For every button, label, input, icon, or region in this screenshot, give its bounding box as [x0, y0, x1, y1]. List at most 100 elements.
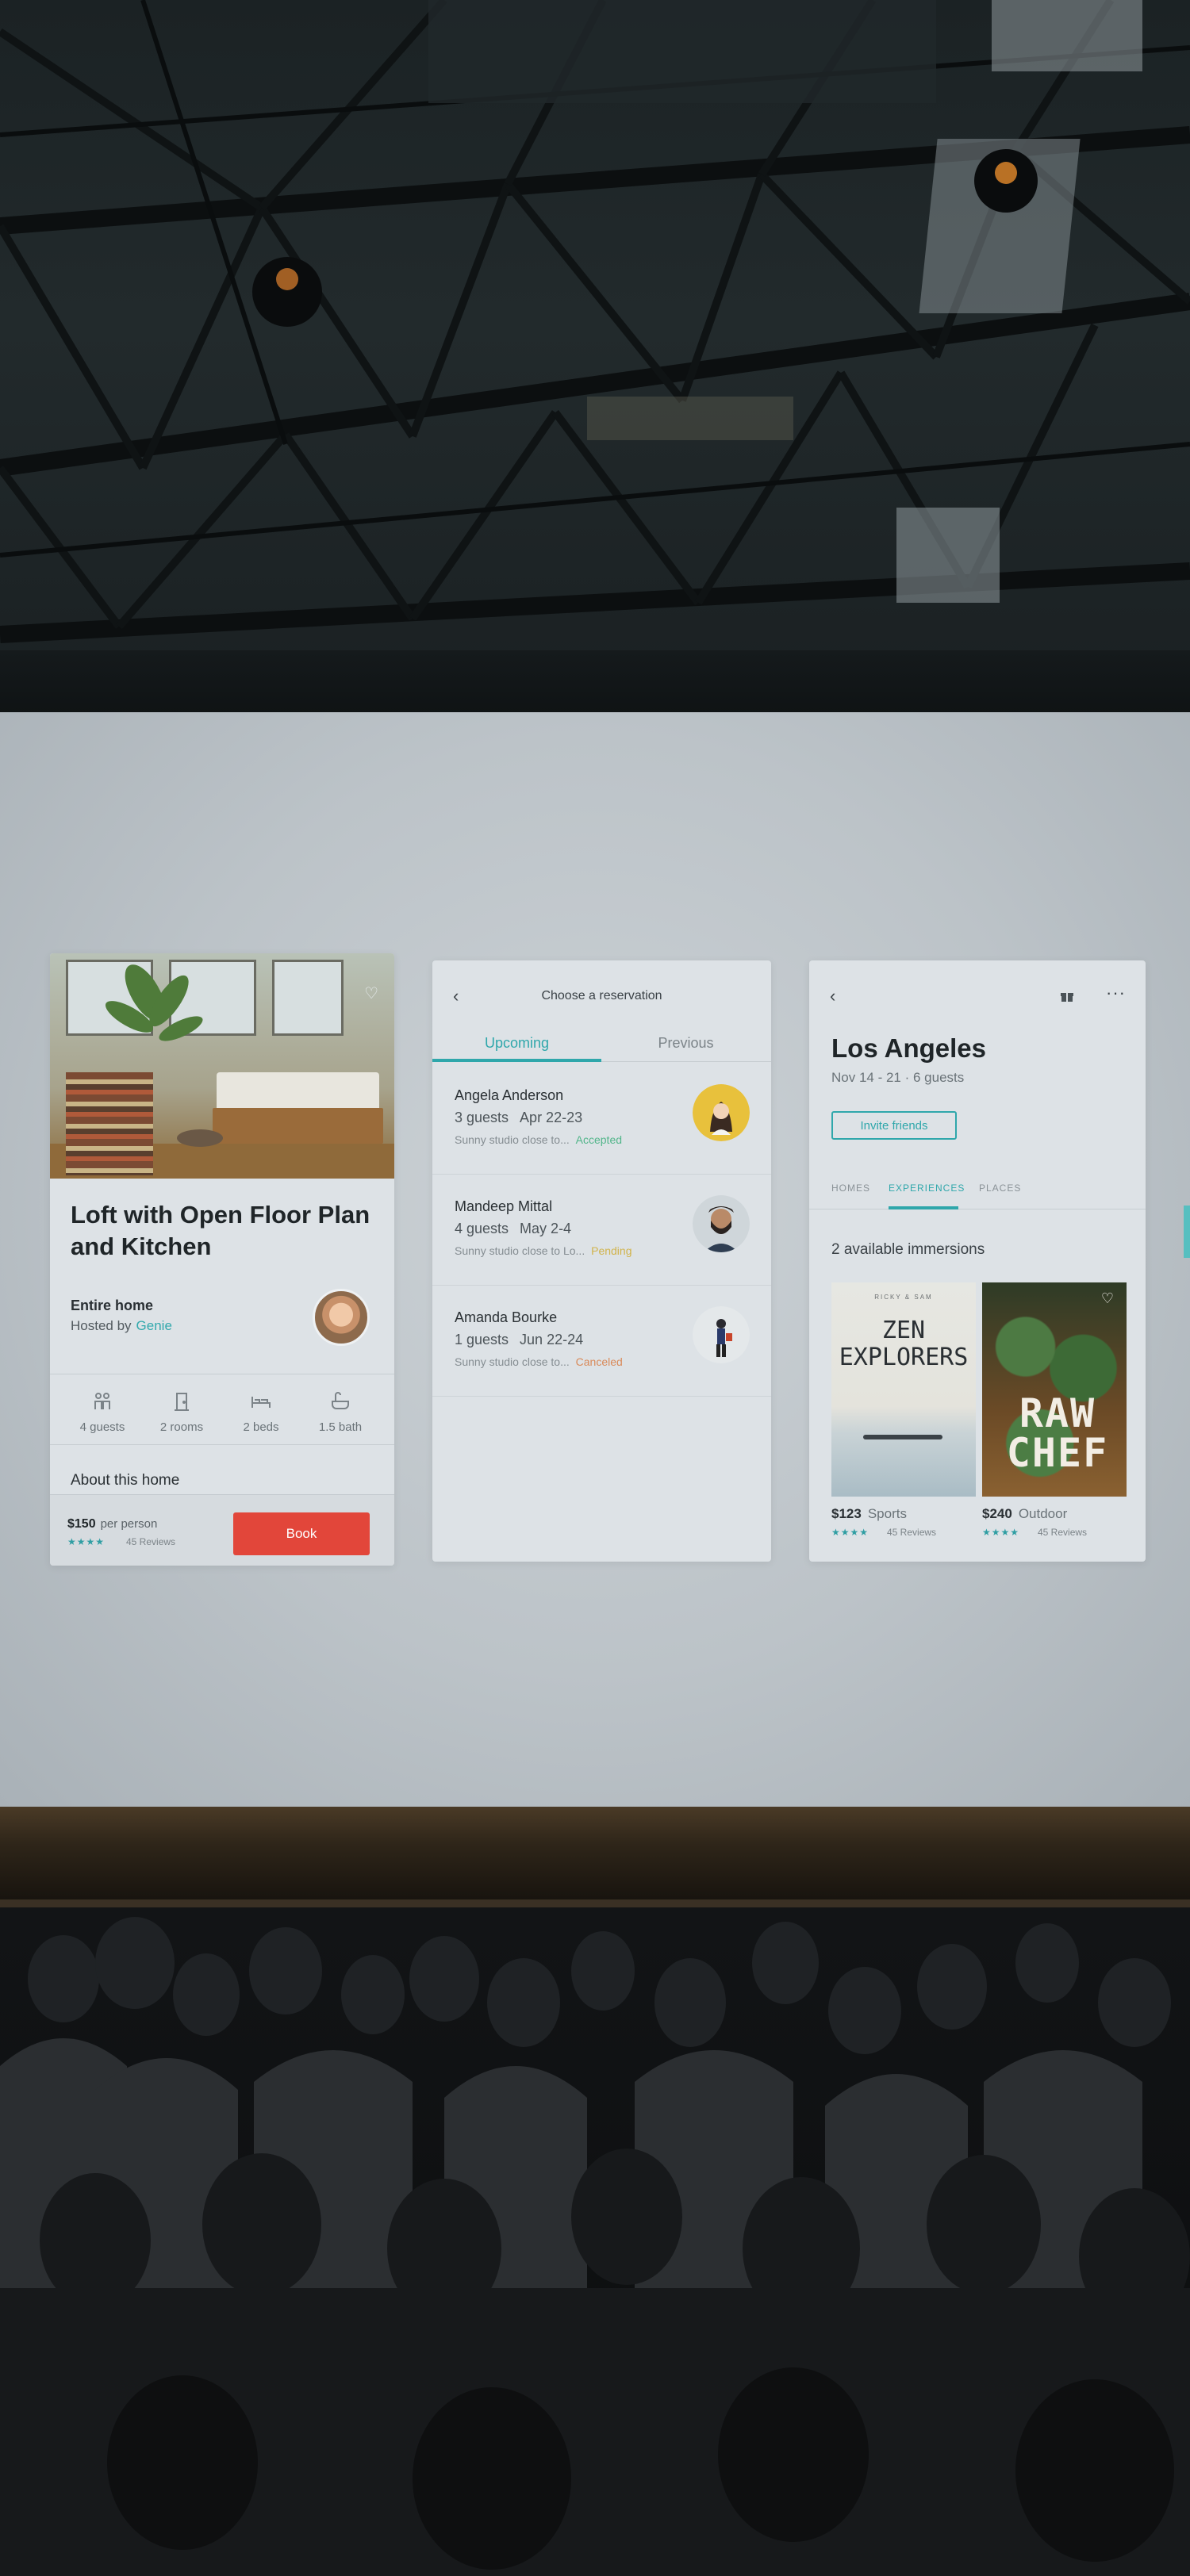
review-count: 45 Reviews [887, 1527, 937, 1538]
dog [177, 1129, 223, 1147]
heart-icon[interactable]: ♡ [364, 983, 378, 1003]
plant-icon [105, 964, 203, 1041]
tab-homes[interactable]: HOMES [831, 1183, 870, 1194]
bed-frame [213, 1108, 383, 1144]
amenity-label: 2 rooms [159, 1420, 204, 1434]
heart-icon[interactable]: ♡ [1101, 1290, 1114, 1307]
rating-stars: ★★★★ [67, 1536, 106, 1547]
tab-previous[interactable]: Previous [601, 1035, 770, 1052]
bed-icon [251, 1397, 271, 1408]
experience-category: Sports [867, 1506, 907, 1521]
hosted-by-label: Hosted by [71, 1318, 132, 1333]
experience-price: $123 Sports [831, 1506, 907, 1522]
reservation-details: 4 guests May 2-4 [455, 1221, 571, 1237]
amenity-label: 1.5 bath [318, 1420, 363, 1434]
hosted-by: Hosted by Genie [71, 1318, 172, 1334]
reservations-title: Choose a reservation [541, 989, 662, 1002]
trip-dates: Nov 14 - 21 · 6 guests [831, 1070, 965, 1085]
reservation-row[interactable]: Amanda Bourke 1 guests Jun 22-24 Sunny st… [432, 1286, 771, 1397]
experience-price: $240 Outdoor [982, 1506, 1067, 1522]
window [272, 960, 344, 1036]
status-badge: Accepted [575, 1133, 623, 1146]
guest-name: Mandeep Mittal [455, 1198, 553, 1214]
more-options-icon[interactable]: ··· [1106, 983, 1126, 1003]
back-arrow-icon[interactable]: ‹ [830, 986, 835, 1006]
reservation-description: Sunny studio close to... Accepted [455, 1133, 622, 1146]
listing-photo: ♡ [50, 953, 394, 1179]
book-stack [66, 1072, 153, 1175]
guest-name: Angela Anderson [455, 1087, 564, 1103]
amenity-bath: 1.5 bath [301, 1382, 380, 1434]
experience-card-zen-explorers[interactable]: RICKY & SAM ZEN EXPLORERS [831, 1282, 976, 1497]
rowing-boat [863, 1435, 942, 1439]
roof-truss [0, 0, 1190, 643]
active-tab-indicator [432, 1059, 601, 1062]
guest-name: Amanda Bourke [455, 1309, 558, 1325]
destination-tabs: HOMES EXPERIENCES PLACES [809, 1171, 1146, 1209]
tab-upcoming[interactable]: Upcoming [432, 1035, 601, 1052]
destination-card: ‹ ··· Los Angeles Nov 14 - 21 · 6 guests… [809, 960, 1146, 1562]
about-heading[interactable]: About this home [71, 1472, 179, 1489]
listing-snippet: Sunny studio close to Lo... [455, 1244, 589, 1257]
experience-title: RAW CHEF [1006, 1390, 1109, 1476]
booking-bar: $150 per person ★★★★ 45 Reviews Book [50, 1494, 394, 1566]
book-button[interactable]: Book [233, 1512, 370, 1555]
reservation-tabs: Upcoming Previous [432, 1024, 771, 1062]
reservation-row[interactable]: Mandeep Mittal 4 guests May 2-4 Sunny stu… [432, 1175, 771, 1286]
screen-edge-glint [1184, 1206, 1190, 1258]
immersions-count: 2 available immersions [831, 1241, 985, 1258]
amenity-rooms: 2 rooms [142, 1382, 221, 1434]
status-badge: Canceled [575, 1355, 623, 1368]
reservation-row[interactable]: Angela Anderson 3 guests Apr 22-23 Sunny … [432, 1064, 771, 1175]
status-badge: Pending [591, 1244, 632, 1257]
reservation-description: Sunny studio close to Lo... Pending [455, 1244, 632, 1257]
host-name-link[interactable]: Genie [136, 1318, 172, 1333]
amenity-beds: 2 beds [221, 1382, 301, 1434]
rating-stars: ★★★★ [982, 1527, 1020, 1538]
stage-lip [0, 1899, 1190, 1907]
price-unit: per person [100, 1517, 158, 1531]
price-value: $240 [982, 1506, 1012, 1521]
listing-snippet: Sunny studio close to... [455, 1355, 573, 1368]
tab-places[interactable]: PLACES [979, 1183, 1021, 1194]
amenities-row: 4 guests 2 rooms 2 beds 1.5 bath [50, 1374, 394, 1445]
review-count: 45 Reviews [126, 1536, 176, 1547]
host-avatar[interactable] [313, 1289, 370, 1346]
guest-count: 1 guests [455, 1332, 509, 1347]
experience-kicker: RICKY & SAM [874, 1294, 933, 1301]
reservation-details: 1 guests Jun 22-24 [455, 1332, 583, 1348]
price-value: $150 [67, 1517, 96, 1531]
reservation-dates: Jun 22-24 [520, 1332, 584, 1347]
reservation-details: 3 guests Apr 22-23 [455, 1110, 582, 1126]
experience-card-raw-chef[interactable]: ♡ RAW CHEF [982, 1282, 1127, 1497]
price: $150 per person [67, 1517, 157, 1531]
avatar[interactable] [693, 1306, 750, 1363]
door-icon [175, 1393, 189, 1411]
avatar[interactable] [693, 1084, 750, 1141]
gift-icon[interactable] [1060, 989, 1074, 1002]
rating-stars: ★★★★ [831, 1527, 869, 1538]
listing-card[interactable]: ♡ Loft with Open Floor Plan and Kitchen … [50, 953, 394, 1566]
listing-title: Loft with Open Floor Plan and Kitchen [71, 1201, 370, 1260]
ceiling [0, 0, 1190, 714]
avatar[interactable] [693, 1195, 750, 1252]
reservation-dates: May 2-4 [520, 1221, 572, 1236]
guests-icon [94, 1393, 110, 1409]
guest-count: 4 guests [455, 1221, 509, 1236]
amenity-guests: 4 guests [63, 1382, 142, 1434]
reservation-description: Sunny studio close to... Canceled [455, 1355, 623, 1368]
audience [0, 1907, 1190, 2576]
amenity-label: 2 beds [243, 1420, 279, 1434]
experience-category: Outdoor [1018, 1506, 1068, 1521]
stage [0, 1807, 1190, 1902]
reservation-dates: Apr 22-23 [520, 1110, 583, 1125]
tab-experiences[interactable]: EXPERIENCES [889, 1183, 965, 1194]
active-tab-indicator [889, 1206, 958, 1209]
experience-title: ZEN EXPLORERS [839, 1317, 969, 1371]
invite-friends-button[interactable]: Invite friends [831, 1111, 957, 1140]
audience-silhouettes [0, 1917, 1190, 2576]
review-count: 45 Reviews [1038, 1527, 1088, 1538]
reservations-card: ‹ Choose a reservation Upcoming Previous… [432, 960, 771, 1562]
bath-icon [332, 1392, 349, 1409]
guest-count: 3 guests [455, 1110, 509, 1125]
